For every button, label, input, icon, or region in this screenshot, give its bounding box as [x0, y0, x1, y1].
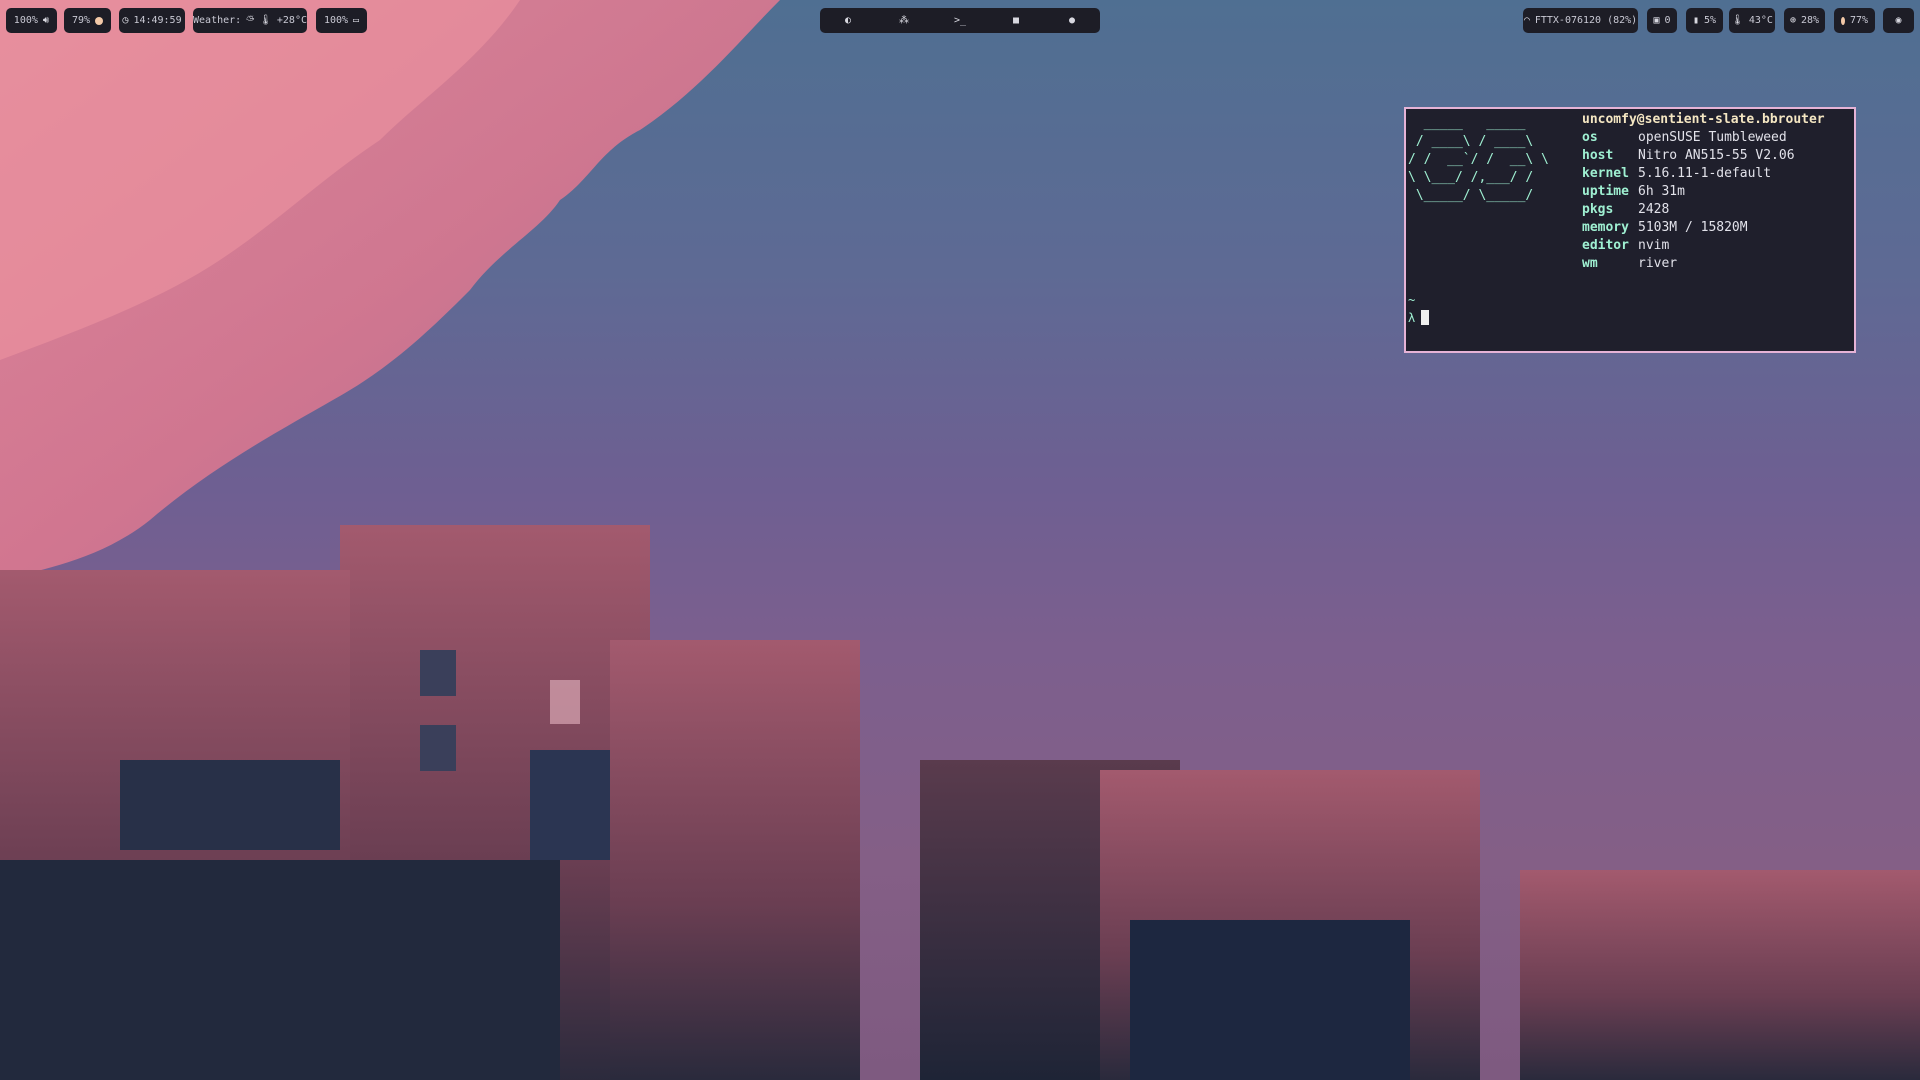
thermometer-icon: 🌡︎ [259, 15, 272, 26]
weather-widget[interactable]: Weather: ⛅︎ 🌡︎ +28°C [193, 8, 307, 33]
memory-dot-icon [1841, 16, 1845, 25]
network-nodes-icon[interactable]: ⁂ [892, 15, 916, 26]
volume-widget[interactable]: 100% 🔊︎ [6, 8, 57, 33]
info-row-wm: wm river [1582, 256, 1678, 271]
info-row-memory: memory 5103M / 15820M [1582, 220, 1748, 235]
distro-ascii-logo: _____ _____ / ____\ / ____\ / / __`/ / _… [1408, 116, 1549, 203]
clock-time: 14:49:59 [133, 15, 182, 26]
clock-icon: ◷ [122, 15, 129, 26]
package-icon: ▣ [1653, 15, 1660, 26]
user-icon[interactable]: ● [1060, 15, 1084, 26]
terminal-icon[interactable]: >_ [948, 15, 972, 26]
temperature-widget[interactable]: 🌡︎ 43°C [1729, 8, 1775, 33]
current-directory: ~ [1408, 293, 1416, 307]
shell-prompt[interactable]: ~ λ [1408, 291, 1430, 327]
info-row-os: os openSUSE Tumbleweed [1582, 130, 1787, 145]
cpu-icon: ⊕ [1789, 15, 1796, 26]
volume-icon: 🔊︎ [42, 15, 50, 26]
firefox-icon[interactable]: ◐ [836, 15, 860, 26]
cpu-usage: 28% [1800, 15, 1820, 26]
wifi-icon: ◠ [1523, 15, 1530, 26]
weather-temp: +28°C [276, 15, 307, 26]
brightness-widget[interactable]: 79% [64, 8, 111, 33]
memory-widget[interactable]: 77% [1834, 8, 1875, 33]
volume-level: 100% [13, 15, 38, 26]
battery-widget[interactable]: 100% ▭ [316, 8, 367, 33]
info-row-kernel: kernel 5.16.11-1-default [1582, 166, 1772, 181]
disk-usage: 5% [1704, 15, 1717, 26]
wifi-ssid: FTTX-076120 (82%) [1534, 15, 1638, 26]
info-row-uptime: uptime 6h 31m [1582, 184, 1685, 199]
disk-icon: ▮ [1692, 15, 1699, 26]
brightness-dot-icon [95, 16, 104, 25]
weather-label: Weather: [193, 15, 242, 26]
system-info: uncomfy@sentient-slate.bbrouter os openSU… [1582, 111, 1825, 273]
thermometer-icon: 🌡︎ [1731, 15, 1744, 26]
app-launcher-bar: ◐ ⁂ >_ ■ ● [820, 8, 1100, 33]
folder-icon[interactable]: ■ [1004, 15, 1028, 26]
cloud-sun-icon: ⛅︎ [246, 15, 255, 26]
terminal-window[interactable]: _____ _____ / ____\ / ____\ / / __`/ / _… [1404, 107, 1856, 353]
info-row-editor: editor nvim [1582, 238, 1670, 253]
user-host: uncomfy@sentient-slate.bbrouter [1582, 112, 1825, 127]
cpu-widget[interactable]: ⊕ 28% [1784, 8, 1825, 33]
steam-tray-icon[interactable]: ◉ [1883, 8, 1914, 33]
disk-widget[interactable]: ▮ 5% [1686, 8, 1723, 33]
cpu-temperature: 43°C [1748, 15, 1773, 26]
prompt-symbol: λ [1408, 311, 1416, 325]
updates-widget[interactable]: ▣ 0 [1647, 8, 1677, 33]
text-cursor [1421, 310, 1430, 325]
info-row-host: host Nitro AN515-55 V2.06 [1582, 148, 1795, 163]
clock-widget[interactable]: ◷ 14:49:59 [119, 8, 185, 33]
updates-count: 0 [1664, 15, 1671, 26]
brightness-level: 79% [71, 15, 91, 26]
battery-level: 100% [323, 15, 349, 26]
battery-icon: ▭ [353, 15, 360, 26]
memory-usage: 77% [1849, 15, 1868, 26]
steam-icon: ◉ [1895, 15, 1902, 26]
info-row-pkgs: pkgs 2428 [1582, 202, 1670, 217]
wifi-widget[interactable]: ◠ FTTX-076120 (82%) [1523, 8, 1638, 33]
